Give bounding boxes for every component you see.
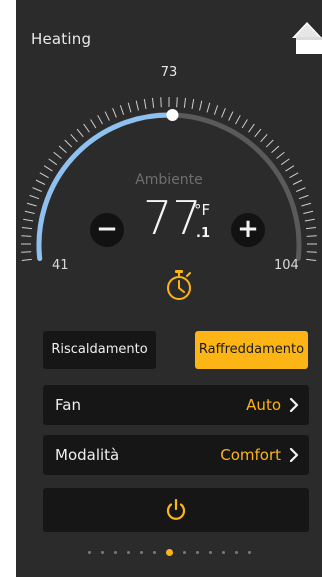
dial-tick	[160, 97, 162, 108]
dial-tick	[304, 218, 315, 222]
fan-row[interactable]: Fan Auto	[43, 385, 309, 425]
dial-tick	[97, 115, 103, 125]
dial-tick	[90, 119, 97, 129]
dial-tick	[298, 194, 309, 200]
dial-tick	[135, 100, 139, 111]
page-dot[interactable]	[87, 551, 91, 554]
dial-tick	[176, 97, 178, 108]
mode-row[interactable]: Modalità Comfort	[43, 435, 309, 475]
dial-tick	[112, 107, 117, 118]
dial-tick	[143, 98, 147, 110]
page-dot[interactable]	[221, 551, 225, 554]
dial-tick	[221, 107, 226, 118]
temperature-decimal: .1	[196, 226, 210, 241]
page-dot[interactable]	[126, 551, 130, 554]
page-dot[interactable]	[195, 551, 199, 554]
thermostat-panel: Heating 73 41 104 Ambiente 77 °F .1 − + …	[16, 0, 322, 577]
dial-tick	[228, 111, 234, 121]
power-icon	[166, 498, 186, 520]
thermostat-dial[interactable]	[16, 0, 322, 300]
heating-mode-button[interactable]: Riscaldamento	[43, 331, 156, 369]
dial-tick	[276, 151, 285, 159]
setpoint-value: 73	[160, 65, 178, 80]
dial-tick	[23, 218, 34, 222]
dial-tick	[241, 119, 248, 129]
increase-button[interactable]: +	[231, 213, 265, 247]
page-dot[interactable]	[182, 551, 186, 554]
ambient-label: Ambiente	[135, 172, 203, 188]
scale-max-label: 104	[274, 258, 299, 273]
setpoint-knob	[166, 109, 179, 122]
dial-tick	[280, 158, 290, 166]
dial-tick	[285, 165, 295, 172]
page-dot[interactable]	[234, 551, 238, 554]
dial-tick	[271, 145, 280, 154]
dial-tick	[29, 194, 40, 200]
scale-min-label: 41	[52, 258, 69, 273]
dial-tick	[213, 105, 219, 115]
dial-tick	[76, 128, 84, 138]
dial-tick	[254, 128, 262, 138]
page-indicator	[16, 549, 322, 556]
dial-tick	[48, 158, 58, 166]
dial-tick	[306, 258, 317, 261]
mode-value: Comfort	[220, 446, 281, 464]
dial-tick	[306, 235, 317, 237]
decrease-button[interactable]: −	[90, 213, 124, 247]
dial-tick	[104, 111, 110, 121]
dial-tick	[127, 102, 132, 113]
dial-tick	[296, 187, 306, 192]
dial-tick	[24, 210, 35, 214]
dial-tick	[265, 139, 274, 148]
fan-value: Auto	[246, 396, 281, 414]
dial-tick	[58, 145, 67, 154]
dial-tick	[21, 235, 32, 237]
dial-tick	[70, 133, 78, 143]
temperature-unit: °F	[194, 201, 211, 219]
chevron-right-icon	[289, 398, 299, 412]
page-dot[interactable]	[165, 549, 173, 556]
dial-tick	[199, 100, 203, 111]
power-button[interactable]	[43, 488, 309, 532]
dial-tick	[21, 226, 33, 230]
dial-tick	[32, 187, 42, 192]
page-dot[interactable]	[100, 551, 104, 554]
dial-tick	[26, 202, 37, 207]
dial-tick	[83, 123, 90, 133]
temperature-value: 77	[143, 191, 202, 245]
page-dot[interactable]	[152, 551, 156, 554]
dial-tick	[248, 123, 255, 133]
page-dot[interactable]	[208, 551, 212, 554]
chevron-right-icon	[289, 448, 299, 462]
dial-tick	[206, 102, 211, 113]
timer-icon[interactable]	[164, 268, 194, 302]
dial-tick	[303, 210, 314, 214]
dial-tick	[152, 97, 155, 108]
mode-label: Modalità	[55, 446, 120, 464]
dial-tick	[119, 105, 125, 115]
page-dot[interactable]	[139, 551, 143, 554]
cooling-mode-button[interactable]: Raffreddamento	[195, 331, 308, 369]
page-dot[interactable]	[247, 551, 251, 554]
dial-tick	[191, 98, 195, 110]
dial-tick	[260, 133, 268, 143]
dial-tick	[21, 258, 32, 261]
dial-tick	[301, 202, 312, 207]
dial-tick	[305, 226, 317, 230]
dial-tick	[183, 97, 186, 108]
page-dot[interactable]	[113, 551, 117, 554]
dial-tick	[43, 165, 53, 172]
fan-label: Fan	[55, 396, 81, 414]
dial-tick	[53, 151, 62, 159]
dial-tick	[235, 115, 241, 125]
dial-tick	[64, 139, 73, 148]
